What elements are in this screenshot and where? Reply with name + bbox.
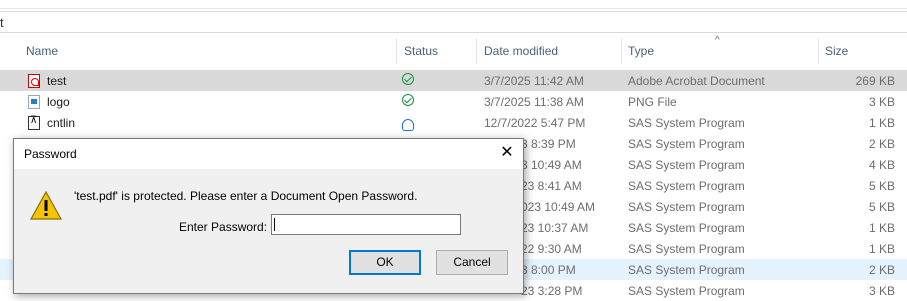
- file-type: Adobe Acrobat Document: [628, 74, 765, 88]
- column-date-header[interactable]: Date modified: [484, 44, 558, 58]
- password-dialog: Password ✕ 'test.pdf' is protected. Plea…: [13, 138, 524, 294]
- dialog-titlebar[interactable]: Password ✕: [14, 139, 523, 169]
- text-cursor: [274, 218, 275, 231]
- file-size: 3 KB: [868, 95, 895, 109]
- file-date: 23 8:41 AM: [521, 179, 582, 193]
- file-date: 3 8:00 PM: [521, 263, 576, 277]
- file-size: 1 KB: [868, 116, 895, 130]
- cancel-button[interactable]: Cancel: [436, 250, 508, 275]
- file-type: SAS System Program: [628, 200, 745, 214]
- column-separator[interactable]: [818, 38, 819, 64]
- file-size: 1 KB: [868, 242, 895, 256]
- file-row-cntlin[interactable]: cntlin 12/7/2022 5:47 PM SAS System Prog…: [0, 112, 907, 133]
- file-date: 023 10:49 AM: [521, 200, 596, 214]
- file-type: SAS System Program: [628, 158, 745, 172]
- warning-icon: [30, 191, 62, 220]
- sync-ok-icon: [402, 94, 414, 106]
- cloud-icon: [402, 119, 414, 131]
- file-type: SAS System Program: [628, 137, 745, 151]
- file-size: 3 KB: [868, 284, 895, 298]
- column-name-header[interactable]: Name: [26, 44, 58, 58]
- file-type: SAS System Program: [628, 221, 745, 235]
- file-size: 5 KB: [868, 200, 895, 214]
- file-date: 3 8:39 PM: [521, 137, 576, 151]
- column-type-header[interactable]: Type: [628, 44, 654, 58]
- file-size: 5 KB: [868, 179, 895, 193]
- address-bar[interactable]: t: [0, 11, 907, 33]
- sas-program-icon: [28, 115, 40, 130]
- file-type: SAS System Program: [628, 179, 745, 193]
- sync-ok-icon: [402, 73, 414, 85]
- file-date: 3/7/2025 11:38 AM: [484, 95, 584, 109]
- address-text: t: [0, 15, 4, 30]
- column-separator[interactable]: [476, 38, 477, 64]
- file-name: logo: [47, 95, 70, 109]
- file-size: 1 KB: [868, 221, 895, 235]
- file-row-logo[interactable]: logo 3/7/2025 11:38 AM PNG File 3 KB: [0, 91, 907, 112]
- file-size: 2 KB: [868, 137, 895, 151]
- close-icon[interactable]: ✕: [499, 145, 515, 161]
- file-type: SAS System Program: [628, 284, 745, 298]
- file-date: 23 3:28 PM: [521, 284, 583, 298]
- png-file-icon: [28, 95, 40, 109]
- column-size-header[interactable]: Size: [825, 44, 848, 58]
- file-name: test: [47, 74, 67, 88]
- file-size: 2 KB: [868, 263, 895, 277]
- column-separator[interactable]: [621, 38, 622, 64]
- ok-button[interactable]: OK: [349, 250, 421, 275]
- file-date: 3/7/2025 11:42 AM: [484, 74, 584, 88]
- file-type: SAS System Program: [628, 116, 745, 130]
- file-type: PNG File: [628, 95, 677, 109]
- file-type: SAS System Program: [628, 242, 745, 256]
- column-header-row: Name Status Date modified Type Size: [0, 38, 907, 64]
- top-strip: [0, 0, 907, 9]
- file-date: 3 10:49 AM: [521, 158, 582, 172]
- file-date: 23 10:37 AM: [521, 221, 589, 235]
- file-size: 269 KB: [855, 74, 895, 88]
- password-input[interactable]: [271, 214, 461, 235]
- file-size: 4 KB: [868, 158, 895, 172]
- file-name: cntlin: [47, 116, 76, 130]
- dialog-message: 'test.pdf' is protected. Please enter a …: [74, 189, 418, 203]
- file-date: 22 9:30 AM: [521, 242, 582, 256]
- file-row-test[interactable]: test 3/7/2025 11:42 AM Adobe Acrobat Doc…: [0, 70, 907, 91]
- dialog-title: Password: [24, 147, 77, 161]
- sort-up-icon: ^: [715, 35, 720, 46]
- pdf-file-icon: [28, 74, 40, 88]
- column-status-header[interactable]: Status: [404, 44, 438, 58]
- password-label: Enter Password:: [179, 220, 268, 234]
- file-type: SAS System Program: [628, 263, 745, 277]
- column-separator[interactable]: [396, 38, 397, 64]
- file-date: 12/7/2022 5:47 PM: [484, 116, 586, 130]
